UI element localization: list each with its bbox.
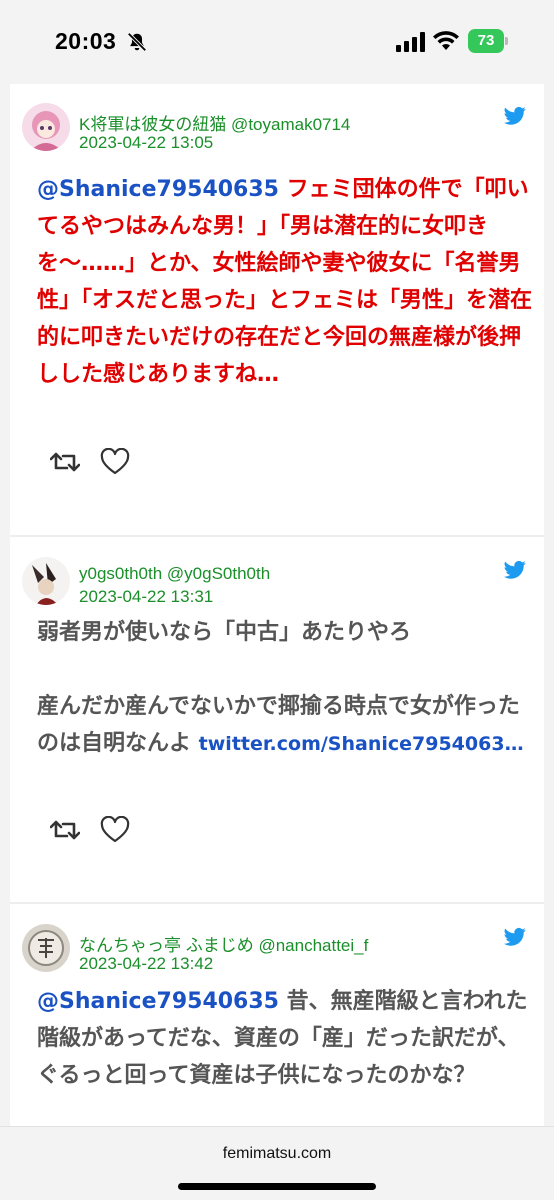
- address-bar-url[interactable]: femimatsu.com: [0, 1145, 554, 1163]
- tweet-date[interactable]: 2023-04-22 13:42: [79, 954, 213, 974]
- bell-slash-icon: [127, 32, 147, 52]
- mention-link[interactable]: @Shanice79540635: [37, 177, 279, 202]
- tweet-list[interactable]: K将軍は彼女の紐猫 @toyamak0714 2023-04-22 13:05 …: [10, 84, 544, 1126]
- user-handle[interactable]: y0gs0th0th @y0gS0th0th: [79, 564, 270, 584]
- tweet-text: @Shanice79540635 昔、無産階級と言われた階級があってだな、資産の…: [37, 983, 537, 1094]
- battery-icon: 73: [468, 29, 508, 53]
- tweet-actions: [50, 816, 170, 846]
- tweet-card[interactable]: y0gs0th0th @y0gS0th0th 2023-04-22 13:31 …: [10, 538, 544, 903]
- divider: [10, 535, 544, 537]
- user-handle[interactable]: なんちゃっ亭 ふまじめ @nanchattei_f: [79, 931, 368, 956]
- signal-icon: [396, 32, 425, 52]
- tweet-link[interactable]: twitter.com/Shanice7954063…: [199, 733, 524, 755]
- twitter-bird-icon[interactable]: [504, 106, 526, 126]
- mention-link[interactable]: @Shanice79540635: [37, 989, 279, 1014]
- avatar[interactable]: [22, 557, 70, 605]
- status-bar: 20:03 73: [0, 0, 554, 84]
- tweet-actions: [50, 448, 170, 478]
- avatar[interactable]: [22, 103, 70, 151]
- home-indicator[interactable]: [178, 1183, 376, 1190]
- tweet-paragraph: 弱者男が使いなら「中古」あたりやろ: [37, 620, 412, 645]
- battery-level: 73: [477, 32, 495, 49]
- divider: [10, 902, 544, 904]
- retweet-icon[interactable]: [50, 448, 80, 476]
- tweet-date[interactable]: 2023-04-22 13:05: [79, 133, 213, 153]
- twitter-bird-icon[interactable]: [504, 560, 526, 580]
- avatar[interactable]: [22, 924, 70, 972]
- tweet-date[interactable]: 2023-04-22 13:31: [79, 587, 213, 607]
- tweet-text: @Shanice79540635 フェミ団体の件で「叩いてるやつはみんな男！」「…: [37, 171, 537, 393]
- retweet-icon[interactable]: [50, 816, 80, 844]
- heart-icon[interactable]: [100, 448, 130, 476]
- browser-bottom-bar: femimatsu.com: [0, 1126, 554, 1200]
- user-handle[interactable]: K将軍は彼女の紐猫 @toyamak0714: [79, 110, 350, 135]
- tweet-text: 産んだか産んでないかで揶揄る時点で女が作ったのは自明なんよ twitter.co…: [37, 688, 537, 763]
- wifi-icon: [433, 31, 459, 50]
- twitter-bird-icon[interactable]: [504, 927, 526, 947]
- tweet-card[interactable]: K将軍は彼女の紐猫 @toyamak0714 2023-04-22 13:05 …: [10, 84, 544, 534]
- heart-icon[interactable]: [100, 816, 130, 844]
- status-time: 20:03: [55, 28, 117, 54]
- tweet-card[interactable]: なんちゃっ亭 ふまじめ @nanchattei_f 2023-04-22 13:…: [10, 905, 544, 1126]
- tweet-body: フェミ団体の件で「叩いてるやつはみんな男！」「男は潜在的に女叩きを〜……」とか、…: [37, 177, 533, 387]
